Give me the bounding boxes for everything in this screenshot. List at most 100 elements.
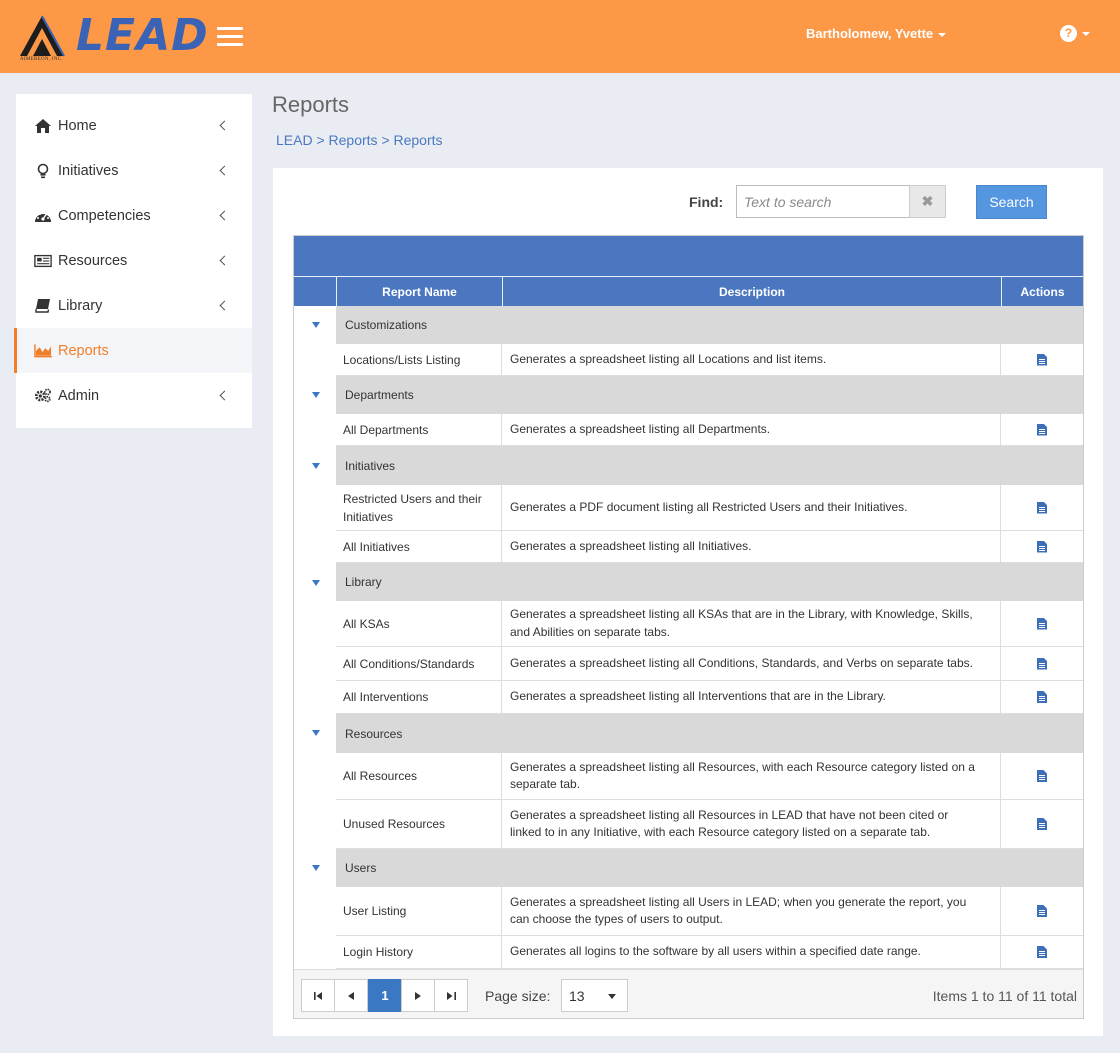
description-cell: Generates a spreadsheet listing all User… — [502, 887, 1001, 935]
hamburger-menu-icon[interactable] — [217, 27, 243, 47]
page-title: Reports — [272, 92, 350, 117]
generate-report-icon[interactable] — [1037, 818, 1047, 830]
column-header-report-name[interactable]: Report Name — [336, 276, 502, 306]
user-menu[interactable]: Bartholomew, Yvette — [806, 26, 947, 41]
help-menu[interactable]: ? — [1060, 25, 1090, 42]
table-row: All Departments Generates a spreadsheet … — [336, 414, 1083, 446]
column-header-expand — [294, 276, 336, 306]
column-header-actions: Actions — [1001, 276, 1083, 306]
report-name-cell: All Interventions — [336, 681, 502, 713]
previous-page-button[interactable] — [334, 979, 368, 1012]
table-row: Locations/Lists Listing Generates a spre… — [336, 344, 1083, 376]
group-collapse-icon[interactable] — [312, 322, 320, 328]
sidebar-item-reports[interactable]: Reports — [14, 328, 252, 373]
report-name-cell: All KSAs — [336, 601, 502, 646]
generate-report-icon[interactable] — [1037, 540, 1047, 553]
next-page-button[interactable] — [401, 979, 435, 1012]
sidebar-item-label: Home — [58, 117, 97, 134]
group-collapse-icon[interactable] — [312, 865, 320, 871]
sidebar-item-admin[interactable]: Admin — [16, 373, 252, 418]
report-name-cell: Unused Resources — [336, 800, 502, 848]
table-row: All Initiatives Generates a spreadsheet … — [336, 531, 1083, 563]
report-name-cell: All Departments — [336, 414, 502, 445]
logo-triangle-icon — [20, 15, 65, 57]
gears-icon — [34, 387, 52, 405]
caret-down-icon — [938, 32, 947, 37]
clear-search-button[interactable]: ✖ — [909, 185, 946, 218]
first-page-icon — [313, 991, 322, 1000]
generate-report-icon[interactable] — [1037, 501, 1047, 514]
column-header-description[interactable]: Description — [502, 276, 1001, 306]
sidebar-item-label: Reports — [58, 342, 109, 359]
reports-grid: Report Name Description Actions Customiz… — [293, 235, 1084, 1019]
search-button[interactable]: Search — [976, 185, 1047, 219]
description-cell: Generates a spreadsheet listing all Cond… — [502, 647, 1001, 680]
generate-report-icon[interactable] — [1037, 423, 1047, 436]
group-collapse-icon[interactable] — [312, 463, 320, 469]
table-row: All KSAs Generates a spreadsheet listing… — [336, 601, 1083, 647]
report-name-cell: All Resources — [336, 753, 502, 799]
group-collapse-icon[interactable] — [312, 730, 320, 736]
chevron-left-icon — [219, 120, 230, 131]
table-row: Login History Generates all logins to th… — [336, 936, 1083, 969]
generate-report-icon[interactable] — [1037, 905, 1047, 917]
pager-info: Items 1 to 11 of 11 total — [932, 988, 1077, 1004]
group-header: Customizations — [336, 306, 1083, 344]
group-header: Users — [336, 849, 1083, 887]
generate-report-icon[interactable] — [1037, 946, 1047, 958]
sidebar-item-label: Competencies — [58, 207, 151, 224]
sidebar-item-label: Initiatives — [58, 162, 119, 179]
group-header: Resources — [336, 714, 1083, 753]
next-page-icon — [415, 991, 421, 1000]
table-row: All Resources Generates a spreadsheet li… — [336, 753, 1083, 800]
generate-report-icon[interactable] — [1037, 691, 1047, 703]
sidebar-item-initiatives[interactable]: Initiatives — [16, 148, 252, 193]
group-header: Departments — [336, 376, 1083, 414]
group-collapse-icon[interactable] — [312, 392, 320, 398]
description-cell: Generates a PDF document listing all Res… — [502, 485, 1001, 530]
generate-report-icon[interactable] — [1037, 353, 1047, 366]
description-cell: Generates a spreadsheet listing all Reso… — [502, 753, 1001, 799]
sidebar-item-library[interactable]: Library — [16, 283, 252, 328]
question-circle-icon: ? — [1060, 25, 1077, 42]
breadcrumb[interactable]: LEAD > Reports > Reports — [276, 132, 443, 148]
sidebar-item-resources[interactable]: Resources — [16, 238, 252, 283]
description-cell: Generates a spreadsheet listing all Reso… — [502, 800, 1001, 848]
description-cell: Generates a spreadsheet listing all KSAs… — [502, 601, 1001, 646]
group-header: Library — [336, 563, 1083, 601]
top-header: LEAD AIMEREON, INC. Bartholomew, Yvette … — [0, 0, 1120, 73]
description-cell: Generates a spreadsheet listing all Inte… — [502, 681, 1001, 713]
company-name: AIMEREON, INC. — [20, 57, 63, 62]
search-input[interactable] — [736, 185, 910, 218]
report-name-cell: Login History — [336, 936, 502, 968]
sidebar-item-home[interactable]: Home — [16, 103, 252, 148]
find-label: Find: — [689, 194, 724, 210]
generate-report-icon[interactable] — [1037, 617, 1047, 630]
page-size-value: 13 — [569, 987, 585, 1004]
report-name-cell: User Listing — [336, 887, 502, 935]
sidebar-item-label: Resources — [58, 252, 128, 269]
dashboard-icon — [34, 207, 52, 225]
caret-down-icon — [1082, 31, 1090, 36]
chevron-left-icon — [219, 165, 230, 176]
last-page-button[interactable] — [434, 979, 468, 1012]
report-name-cell: All Initiatives — [336, 531, 502, 562]
page-size-select[interactable]: 13 — [561, 979, 628, 1012]
description-cell: Generates a spreadsheet listing all Depa… — [502, 414, 1001, 445]
chevron-left-icon — [219, 300, 230, 311]
group-header: Initiatives — [336, 446, 1083, 485]
first-page-button[interactable] — [301, 979, 335, 1012]
generate-report-icon[interactable] — [1037, 770, 1047, 782]
caret-down-icon — [608, 994, 616, 999]
generate-report-icon[interactable] — [1037, 657, 1047, 670]
report-name-cell: All Conditions/Standards — [336, 647, 502, 680]
lightbulb-icon — [34, 162, 52, 180]
page-number-button[interactable]: 1 — [368, 979, 402, 1012]
page-size-label: Page size: — [485, 988, 551, 1004]
previous-page-icon — [348, 991, 354, 1000]
sidebar-item-competencies[interactable]: Competencies — [16, 193, 252, 238]
lead-logo[interactable]: LEAD AIMEREON, INC. — [18, 10, 208, 66]
last-page-icon — [446, 991, 456, 1000]
group-collapse-icon[interactable] — [312, 580, 320, 586]
grid-pager: 1 Page size: 13 Items 1 to 11 of 11 tota… — [294, 969, 1083, 1018]
